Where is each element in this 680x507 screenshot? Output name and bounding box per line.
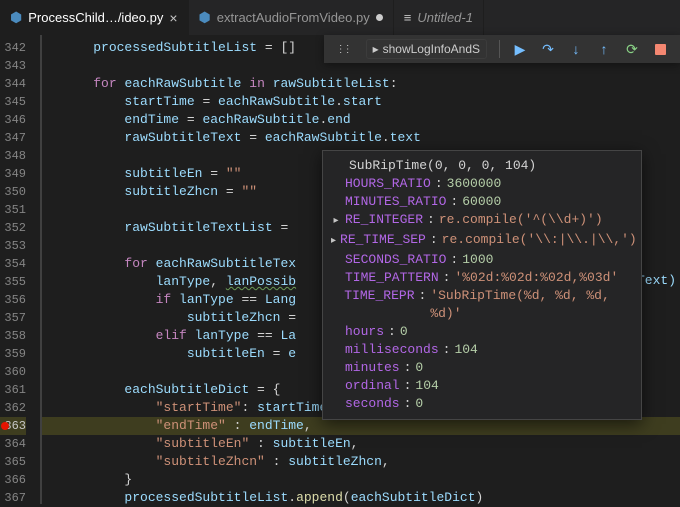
- expand-icon[interactable]: ▸: [331, 233, 336, 251]
- python-icon: ⬢: [10, 9, 22, 26]
- popup-value: SubRipTime(0, 0, 0, 104): [349, 157, 536, 175]
- line-number: 355: [0, 273, 26, 291]
- debug-hover-popup[interactable]: SubRipTime(0, 0, 0, 104)HOURS_RATIO: 360…: [322, 150, 642, 420]
- code-line[interactable]: [42, 57, 680, 75]
- popup-row[interactable]: milliseconds: 104: [323, 341, 641, 359]
- popup-row[interactable]: ▸RE_TIME_SEP: re.compile('\\:|\\.|\\,'): [323, 231, 641, 251]
- popup-row[interactable]: TIME_REPR: 'SubRipTime(%d, %d, %d, %d)': [323, 287, 641, 323]
- code-line[interactable]: processedSubtitleList.append(eachSubtitl…: [42, 489, 680, 507]
- tab-label: Untitled-1: [417, 10, 473, 25]
- tab-0[interactable]: ⬢ ProcessChild…/ideo.py ×: [0, 0, 189, 35]
- line-number: 344: [0, 75, 26, 93]
- tab-2[interactable]: ≡ Untitled-1: [394, 0, 484, 35]
- line-number: 343: [0, 57, 26, 75]
- close-icon[interactable]: ×: [169, 10, 177, 26]
- code-line[interactable]: rawSubtitleText = eachRawSubtitle.text: [42, 129, 680, 147]
- line-number: 359: [0, 345, 26, 363]
- line-number: 347: [0, 129, 26, 147]
- line-number: 351: [0, 201, 26, 219]
- code-line[interactable]: startTime = eachRawSubtitle.start: [42, 93, 680, 111]
- line-number: 348: [0, 147, 26, 165]
- popup-value: re.compile('^(\\d+)'): [439, 211, 603, 229]
- popup-key: HOURS_RATIO: [345, 175, 431, 193]
- popup-row[interactable]: seconds: 0: [323, 395, 641, 413]
- popup-row[interactable]: TIME_PATTERN: '%02d:%02d:%02d,%03d': [323, 269, 641, 287]
- popup-row[interactable]: HOURS_RATIO: 3600000: [323, 175, 641, 193]
- popup-key: hours: [345, 323, 384, 341]
- code-line[interactable]: "subtitleZhcn" : subtitleZhcn,: [42, 453, 680, 471]
- line-number: 352: [0, 219, 26, 237]
- line-number: 349: [0, 165, 26, 183]
- popup-key: minutes: [345, 359, 400, 377]
- tab-bar: ⬢ ProcessChild…/ideo.py × ⬢ extractAudioFrom…: [0, 0, 680, 35]
- line-number: 366: [0, 471, 26, 489]
- line-number: 354: [0, 255, 26, 273]
- popup-value: '%02d:%02d:%02d,%03d': [454, 269, 618, 287]
- popup-key: TIME_PATTERN: [345, 269, 439, 287]
- line-number: 362: [0, 399, 26, 417]
- line-number: 356: [0, 291, 26, 309]
- popup-key: RE_TIME_SEP: [340, 231, 426, 249]
- line-number: 361: [0, 381, 26, 399]
- line-number: 360: [0, 363, 26, 381]
- tab-label: extractAudioFromVideo.py: [217, 10, 370, 25]
- popup-value: 104: [415, 377, 438, 395]
- code-line[interactable]: endTime = eachRawSubtitle.end: [42, 111, 680, 129]
- popup-row[interactable]: hours: 0: [323, 323, 641, 341]
- popup-row[interactable]: SubRipTime(0, 0, 0, 104): [323, 157, 641, 175]
- line-number: 342: [0, 39, 26, 57]
- popup-row[interactable]: minutes: 0: [323, 359, 641, 377]
- file-icon: ≡: [404, 10, 412, 25]
- line-number: 346: [0, 111, 26, 129]
- editor: 3423433443453463473483493503513523533543…: [0, 35, 680, 504]
- modified-dot-icon: [376, 14, 383, 21]
- popup-key: TIME_REPR: [344, 287, 414, 305]
- expand-icon[interactable]: ▸: [331, 213, 341, 231]
- code-line[interactable]: processedSubtitleList = []: [42, 39, 680, 57]
- popup-value: 'SubRipTime(%d, %d, %d, %d)': [430, 287, 633, 323]
- popup-key: RE_INTEGER: [345, 211, 423, 229]
- line-number: 364: [0, 435, 26, 453]
- popup-value: 1000: [462, 251, 493, 269]
- popup-key: MINUTES_RATIO: [345, 193, 446, 211]
- popup-value: re.compile('\\:|\\.|\\,'): [442, 231, 637, 249]
- popup-key: milliseconds: [345, 341, 439, 359]
- line-number: 353: [0, 237, 26, 255]
- breakpoint-icon[interactable]: [1, 422, 9, 430]
- popup-key: seconds: [345, 395, 400, 413]
- python-icon: ⬢: [199, 9, 211, 26]
- tab-label: ProcessChild…/ideo.py: [28, 10, 163, 25]
- line-numbers-gutter: 3423433443453463473483493503513523533543…: [0, 35, 40, 504]
- popup-value: 3600000: [447, 175, 502, 193]
- code-line[interactable]: for eachRawSubtitle in rawSubtitleList:: [42, 75, 680, 93]
- popup-row[interactable]: MINUTES_RATIO: 60000: [323, 193, 641, 211]
- popup-value: 0: [415, 359, 423, 377]
- popup-row[interactable]: ▸RE_INTEGER: re.compile('^(\\d+)'): [323, 211, 641, 231]
- popup-value: 0: [400, 323, 408, 341]
- popup-key: ordinal: [345, 377, 400, 395]
- popup-row[interactable]: SECONDS_RATIO: 1000: [323, 251, 641, 269]
- line-number: 357: [0, 309, 26, 327]
- code-area[interactable]: processedSubtitleList = [] for eachRawSu…: [40, 35, 680, 504]
- line-number: 350: [0, 183, 26, 201]
- line-number: 367: [0, 489, 26, 507]
- popup-value: 104: [454, 341, 477, 359]
- code-line[interactable]: }: [42, 471, 680, 489]
- popup-value: 60000: [462, 193, 501, 211]
- popup-key: SECONDS_RATIO: [345, 251, 446, 269]
- tab-1[interactable]: ⬢ extractAudioFromVideo.py: [189, 0, 394, 35]
- popup-value: 0: [415, 395, 423, 413]
- line-number: 345: [0, 93, 26, 111]
- line-number: 358: [0, 327, 26, 345]
- popup-row[interactable]: ordinal: 104: [323, 377, 641, 395]
- line-number: 365: [0, 453, 26, 471]
- code-line[interactable]: "subtitleEn" : subtitleEn,: [42, 435, 680, 453]
